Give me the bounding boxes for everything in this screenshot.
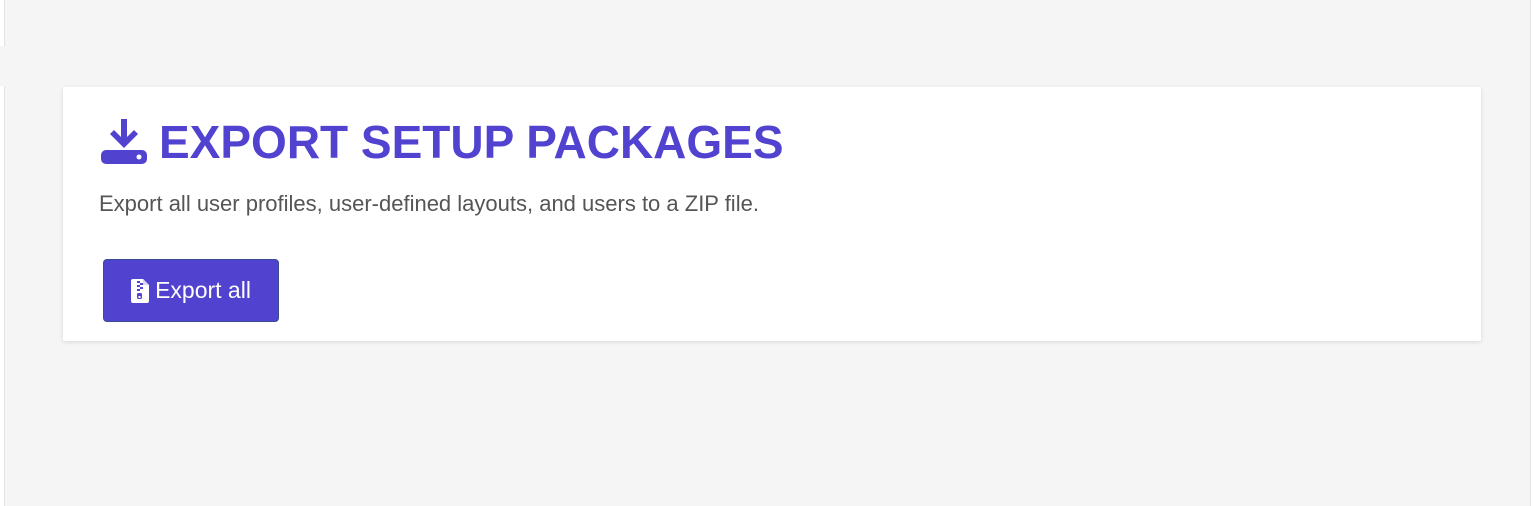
section-header: EXPORT SETUP PACKAGES — [99, 115, 784, 169]
zip-file-icon — [131, 278, 150, 303]
section-description: Export all user profiles, user-defined l… — [99, 191, 759, 216]
download-to-drive-icon — [101, 119, 147, 164]
export-all-button[interactable]: Export all — [103, 259, 279, 322]
export-setup-card: EXPORT SETUP PACKAGES Export all user pr… — [63, 87, 1481, 341]
right-edge — [1530, 0, 1534, 506]
left-edge-bottom — [0, 86, 5, 506]
page: EXPORT SETUP PACKAGES Export all user pr… — [0, 0, 1534, 506]
left-edge-top — [0, 0, 5, 46]
export-all-label: Export all — [155, 277, 251, 303]
page-title: EXPORT SETUP PACKAGES — [159, 116, 784, 168]
